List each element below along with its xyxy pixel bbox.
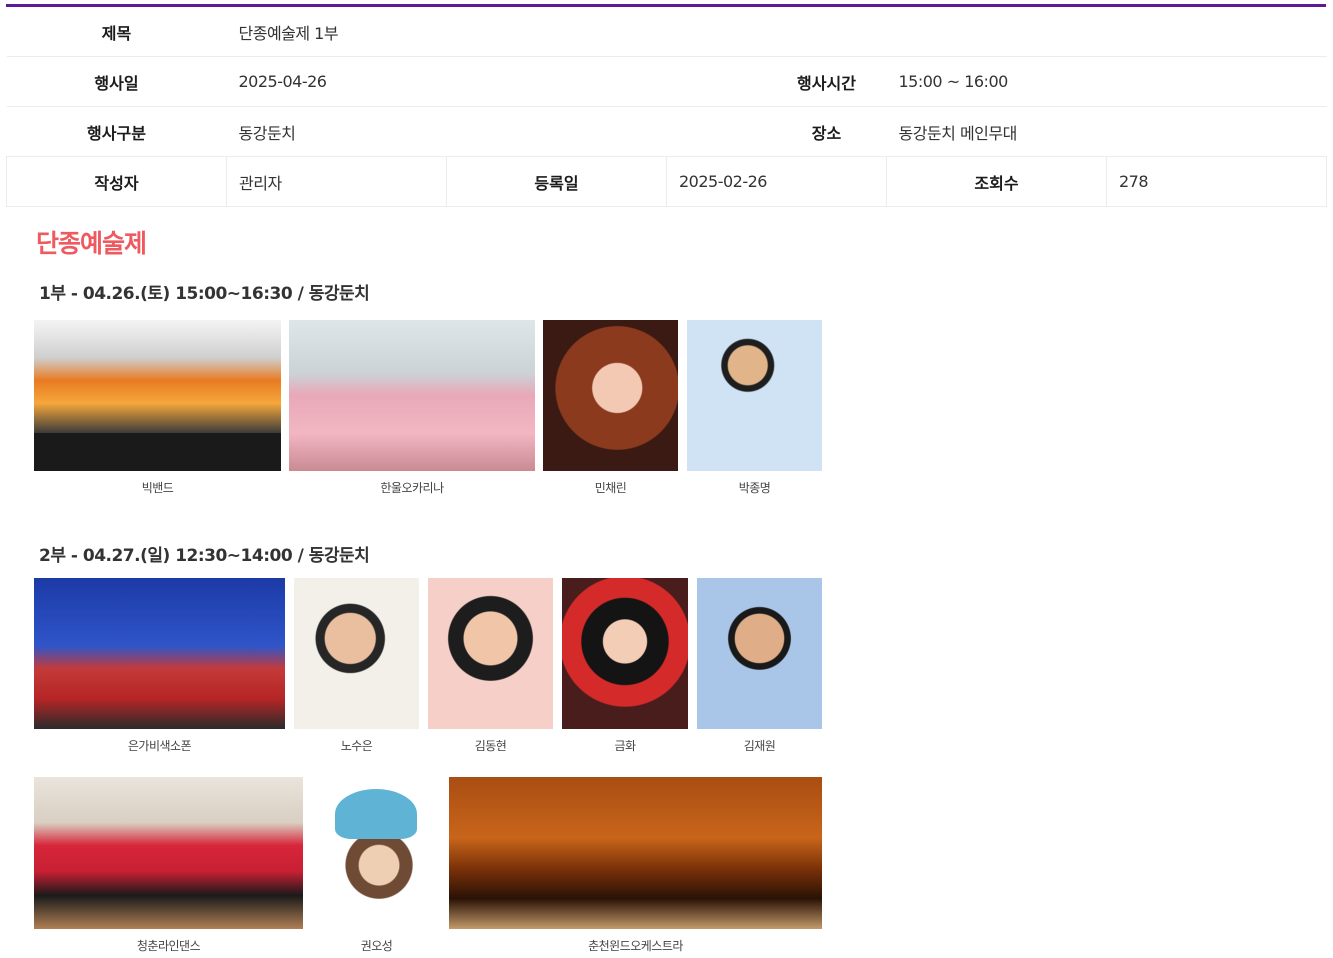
content-heading: 단종예술제 (36, 229, 147, 258)
photo-kwonohsung (313, 777, 440, 929)
event-info-table: 제목 단종예술제 1부 행사일 2025-04-26 행사시간 15:00 ~ … (6, 7, 1328, 207)
date-value: 2025-04-26 (226, 56, 667, 107)
part1-title: 1부 - 04.26.(토) 15:00~16:30 / 동강둔치 (39, 284, 370, 304)
views-label: 조회수 (886, 156, 1107, 207)
info-row-title: 제목 단종예술제 1부 (6, 7, 1327, 57)
time-value: 15:00 ~ 16:00 (886, 56, 1327, 107)
caption-linedance: 청춘라인댄스 (136, 939, 201, 953)
reg-label: 등록일 (446, 156, 667, 207)
photo-minchaerin (543, 320, 678, 471)
caption-bigband: 빅밴드 (141, 481, 174, 495)
caption-minchaerin: 민채린 (594, 481, 627, 495)
reg-value: 2025-02-26 (666, 156, 887, 207)
photo-windorchestra (449, 777, 822, 929)
category-value: 동강둔치 (226, 106, 667, 157)
info-row-meta: 작성자 관리자 등록일 2025-02-26 조회수 278 (6, 156, 1328, 207)
caption-kimdonghyun: 김동현 (474, 739, 507, 753)
title-label: 제목 (6, 7, 227, 57)
place-label: 장소 (666, 106, 887, 157)
category-label: 행사구분 (6, 106, 227, 157)
photo-parkjongmyeong (687, 320, 822, 471)
photo-bigband (34, 320, 281, 471)
part2-title: 2부 - 04.27.(일) 12:30~14:00 / 동강둔치 (39, 546, 370, 566)
author-label: 작성자 (6, 156, 227, 207)
info-row-date: 행사일 2025-04-26 행사시간 15:00 ~ 16:00 (6, 56, 1327, 107)
date-label: 행사일 (6, 56, 227, 107)
photo-saxophone (34, 578, 285, 729)
caption-kwonohsung: 권오성 (360, 939, 393, 953)
caption-parkjongmyeong: 박종명 (738, 481, 771, 495)
caption-windorchestra: 춘천윈드오케스트라 (588, 939, 683, 953)
place-value: 동강둔치 메인무대 (886, 106, 1327, 157)
caption-ocarina: 한울오카리나 (380, 481, 444, 495)
caption-nosueun: 노수은 (340, 739, 373, 753)
photo-linedance (34, 777, 303, 929)
info-row-category: 행사구분 동강둔치 장소 동강둔치 메인무대 (6, 106, 1327, 157)
time-label: 행사시간 (666, 56, 887, 107)
caption-geumhwa: 금화 (614, 739, 636, 753)
views-value: 278 (1106, 156, 1328, 207)
photo-nosueun (294, 578, 419, 729)
caption-saxophone: 은가비색소폰 (127, 739, 192, 753)
caption-kimjaewon: 김재원 (743, 739, 776, 753)
author-value: 관리자 (226, 156, 447, 207)
title-value: 단종예술제 1부 (226, 7, 1327, 57)
photo-ocarina (289, 320, 535, 471)
photo-geumhwa (562, 578, 688, 729)
photo-kimjaewon (697, 578, 822, 729)
photo-kimdonghyun (428, 578, 553, 729)
